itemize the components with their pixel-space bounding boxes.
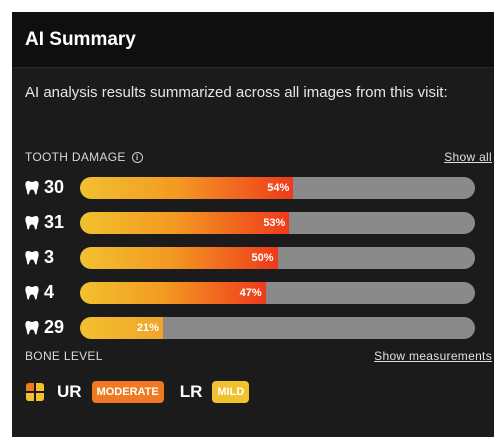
tooth-number: 4 <box>44 282 55 302</box>
tooth-icon <box>25 320 39 335</box>
tooth-damage-label: TOOTH DAMAGE <box>25 150 126 164</box>
damage-bar: 47% <box>80 281 475 304</box>
region-lr: LR <box>179 382 203 401</box>
damage-bar-fill: 54% <box>80 176 294 199</box>
ai-summary-panel: AI Summary AI analysis results summarize… <box>12 12 494 437</box>
damage-percent: 47% <box>239 286 262 299</box>
damage-percent: 21% <box>136 321 159 334</box>
show-all-link[interactable]: Show all <box>444 150 492 164</box>
tooth-row[interactable]: 30 54% <box>12 174 494 201</box>
damage-percent: 53% <box>263 216 286 229</box>
tooth-icon <box>25 215 39 230</box>
damage-percent: 50% <box>251 251 274 264</box>
damage-bar-fill: 53% <box>80 211 290 234</box>
bone-level-row: UR MODERATE LR MILD <box>12 381 494 403</box>
tooth-row[interactable]: 4 47% <box>12 279 494 306</box>
damage-bar: 50% <box>80 246 475 269</box>
tooth-number: 31 <box>44 212 65 232</box>
tooth-number: 30 <box>44 177 65 197</box>
panel-title: AI Summary <box>12 12 494 68</box>
damage-bar-fill: 50% <box>80 246 278 269</box>
damage-bar-fill: 21% <box>80 316 163 339</box>
summary-description: AI analysis results summarized across al… <box>25 84 448 101</box>
tooth-damage-header: TOOTH DAMAGE i Show all <box>12 150 494 164</box>
bone-level-header: BONE LEVEL Show measurements <box>12 349 494 363</box>
bone-level-label: BONE LEVEL <box>25 349 103 363</box>
damage-bar-fill: 47% <box>80 281 266 304</box>
tooth-row[interactable]: 29 21% <box>12 314 494 341</box>
tooth-icon <box>25 180 39 195</box>
tooth-icon <box>25 250 39 265</box>
tooth-row[interactable]: 3 50% <box>12 244 494 271</box>
severity-badge-mild: MILD <box>212 381 250 403</box>
damage-bar: 21% <box>80 316 475 339</box>
quadrant-icon <box>26 383 44 401</box>
tooth-damage-list: 30 54% 31 53% 3 50% 4 47% 29 21% <box>12 174 494 341</box>
damage-bar: 54% <box>80 176 475 199</box>
damage-bar: 53% <box>80 211 475 234</box>
show-measurements-link[interactable]: Show measurements <box>374 349 492 363</box>
tooth-row[interactable]: 31 53% <box>12 209 494 236</box>
damage-percent: 54% <box>267 181 290 194</box>
severity-badge-moderate: MODERATE <box>91 381 164 403</box>
tooth-icon <box>25 285 39 300</box>
region-ur: UR <box>57 382 82 401</box>
tooth-number: 3 <box>44 247 55 267</box>
tooth-number: 29 <box>44 317 65 337</box>
info-icon[interactable]: i <box>131 151 143 163</box>
